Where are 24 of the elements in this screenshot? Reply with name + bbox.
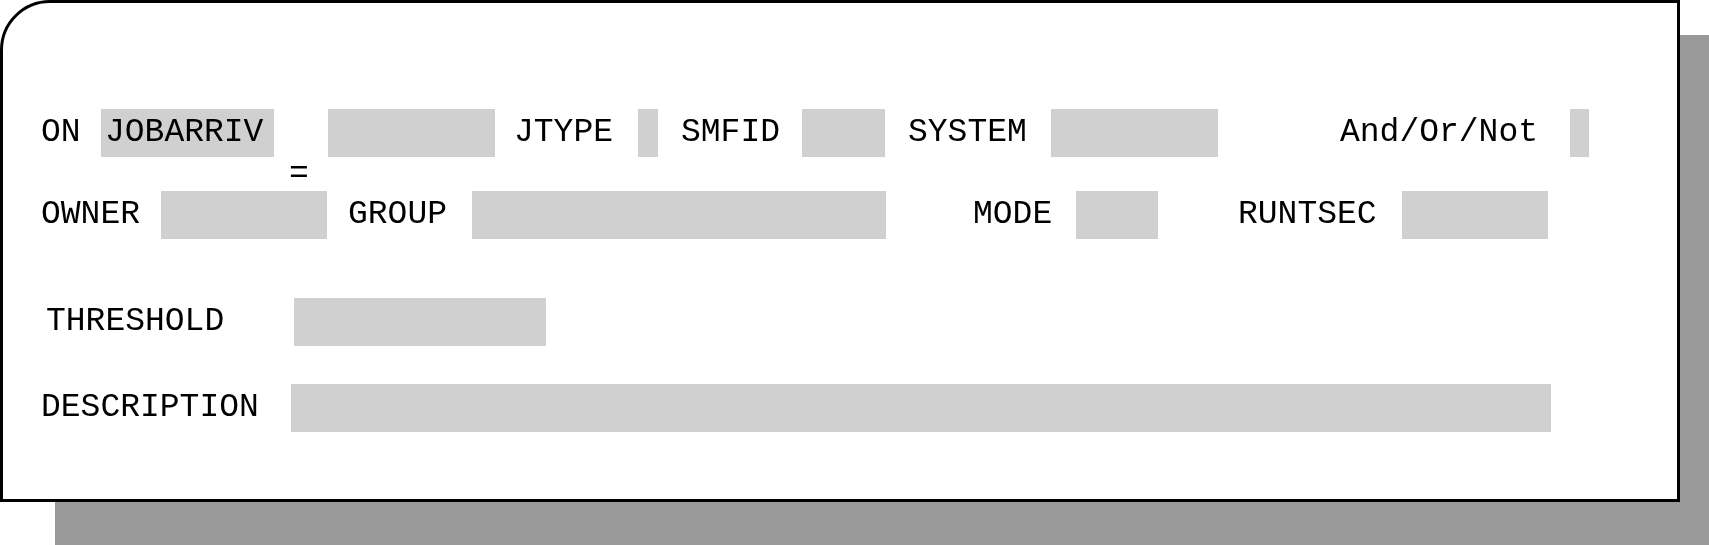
input-field[interactable] <box>291 384 1551 432</box>
input-field[interactable] <box>294 298 546 346</box>
input-field[interactable] <box>472 191 886 239</box>
field-label: SYSTEM <box>908 113 1028 153</box>
field-label: GROUP <box>348 195 449 235</box>
field-label: MODE <box>973 195 1054 235</box>
field-label: THRESHOLD <box>46 302 226 342</box>
field-label: JTYPE <box>514 113 615 153</box>
input-field[interactable] <box>1051 109 1218 157</box>
input-field[interactable] <box>802 109 885 157</box>
input-field[interactable] <box>1570 109 1589 157</box>
field-label: DESCRIPTION <box>41 388 260 428</box>
input-field[interactable] <box>328 109 495 157</box>
input-field[interactable] <box>1402 191 1548 239</box>
input-field[interactable] <box>161 191 327 239</box>
field-label: RUNTSEC <box>1238 195 1378 235</box>
field-label: OWNER <box>41 195 142 235</box>
input-field[interactable] <box>638 109 658 157</box>
input-field[interactable]: JOBARRIV <box>101 109 274 157</box>
input-field[interactable] <box>1076 191 1158 239</box>
field-label: ON <box>41 113 82 153</box>
equals-sign: = <box>289 163 310 187</box>
field-label: SMFID <box>681 113 782 153</box>
field-label: And/Or/Not <box>1340 113 1540 153</box>
